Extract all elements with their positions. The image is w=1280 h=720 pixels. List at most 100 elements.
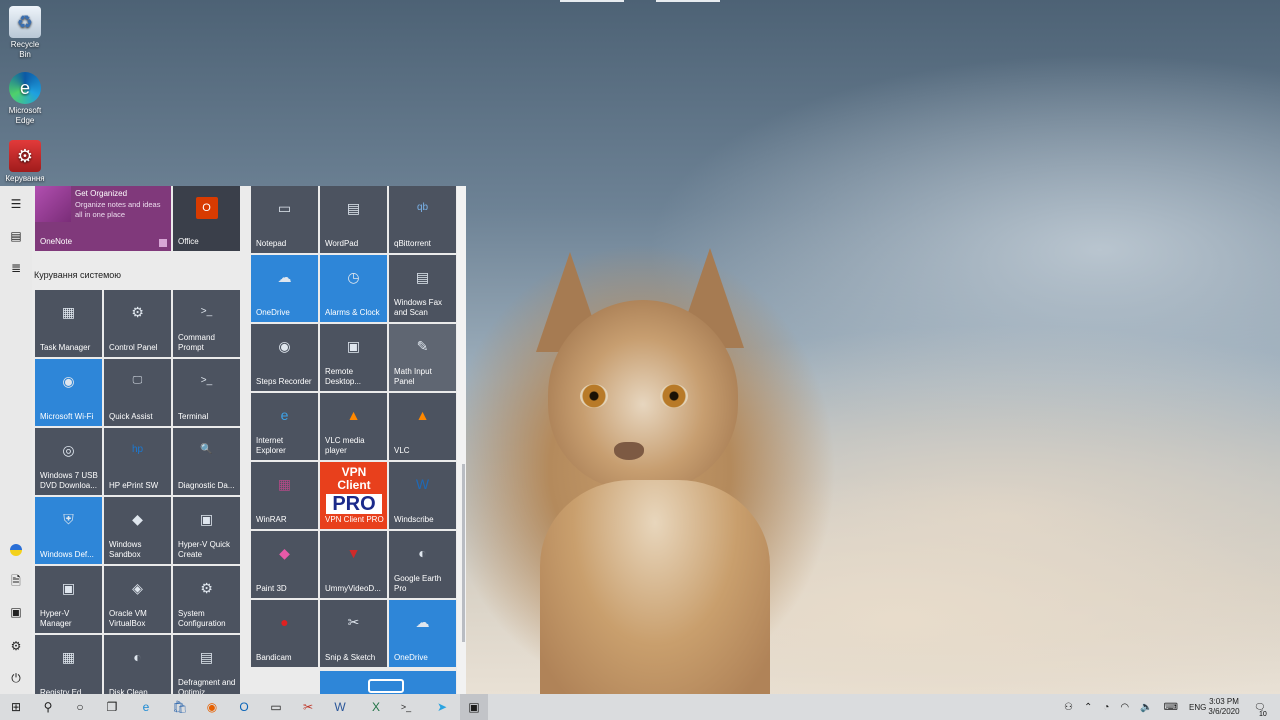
tile-alarms-clock[interactable]: ◷ Alarms & Clock [320, 255, 387, 322]
tile-notepad[interactable]: ▭ Notepad [251, 186, 318, 253]
tile-system-configuration[interactable]: ⚙ System Configuration [173, 566, 240, 633]
menu-icon[interactable]: ☰ [0, 188, 32, 220]
tile-remote-desktop[interactable]: ▣ Remote Desktop... [320, 324, 387, 391]
group-label: Курування системою [34, 270, 122, 280]
wifi-icon[interactable]: ◠ [1120, 702, 1129, 713]
documents-icon[interactable]: 🗎 [0, 566, 32, 598]
sandbox-icon: ◆ [132, 511, 143, 527]
tiles-icon[interactable]: ▤ [0, 220, 32, 252]
tablet-icon[interactable]: ▣ [460, 694, 488, 720]
word-icon[interactable]: W [326, 694, 354, 720]
tile-windscribe[interactable]: W Windscribe [389, 462, 456, 529]
clock-date: 3/6/2020 [1208, 707, 1240, 716]
excel-icon[interactable]: X [362, 694, 390, 720]
chevron-up-icon[interactable]: ⌃ [1084, 702, 1092, 713]
people-icon[interactable]: ⚇ [1064, 702, 1073, 713]
notepad-icon[interactable]: ▭ [262, 694, 290, 720]
hyperv-quick-icon: ▣ [199, 511, 214, 527]
tile-label: OneDrive [256, 308, 290, 317]
start-rail: ☰ ▤ ≣ 🗎 ▣ ⚙ ⏻ [0, 186, 32, 694]
tile-defragment-and-optimiz[interactable]: ▤ Defragment and Optimiz... [173, 635, 240, 694]
tile-label: WordPad [325, 239, 359, 248]
keyboard-icon[interactable]: ⌨ [1164, 702, 1178, 713]
tile-windows-sandbox[interactable]: ◆ Windows Sandbox [104, 497, 171, 564]
tile-diagnostic-da[interactable]: 🔍 Diagnostic Da... [173, 428, 240, 495]
tile-control-panel[interactable]: ⚙ Control Panel [104, 290, 171, 357]
vpn-badge-text: PRO [326, 494, 382, 514]
search-icon[interactable]: ⚲ [34, 694, 62, 720]
terminal-icon[interactable]: >_ [392, 694, 420, 720]
tile-vlc-media-player[interactable]: ▲ VLC media player [320, 393, 387, 460]
edge-icon[interactable]: e [132, 694, 160, 720]
pictures-icon[interactable]: ▣ [0, 596, 32, 628]
tile-hyper-v-manager[interactable]: ▣ Hyper-V Manager [35, 566, 102, 633]
wifi-icon: ◉ [62, 373, 75, 389]
tile-disk-clean[interactable]: ◐ Disk Clean... [104, 635, 171, 694]
tile-vpn-client-pro[interactable]: VPN Client PRO VPN Client PRO [320, 462, 387, 529]
tile-microsoft-wi-fi[interactable]: ◉ Microsoft Wi-Fi [35, 359, 102, 426]
tile-snip-sketch[interactable]: ✂ Snip & Sketch [320, 600, 387, 667]
tile-office[interactable]: O Office [173, 186, 240, 251]
volume-icon[interactable]: 🔈 [1140, 702, 1152, 713]
start-icon[interactable]: ⊞ [2, 694, 30, 720]
power-icon[interactable]: ⏻ [0, 662, 32, 694]
math-input-icon: ✎ [416, 338, 429, 354]
store-icon[interactable]: 🛍 [166, 694, 194, 720]
ukraine-flag-icon[interactable] [0, 534, 32, 566]
task-view-icon[interactable]: ❐ [98, 694, 126, 720]
tile-store[interactable] [320, 671, 456, 694]
tile-wordpad[interactable]: ▤ WordPad [320, 186, 387, 253]
firefox-icon[interactable]: ◉ [198, 694, 226, 720]
desktop-icon-control-panel[interactable]: ⚙ Керування [4, 140, 46, 184]
tile-windows-def[interactable]: ⛨ Windows Def... [35, 497, 102, 564]
tile-google-earth-pro[interactable]: ◐ Google Earth Pro [389, 531, 456, 598]
tile-label: VLC media player [325, 436, 365, 455]
tile-paint-3d[interactable]: ◆ Paint 3D [251, 531, 318, 598]
bandicam-icon: ● [280, 614, 289, 630]
outlook-icon[interactable]: O [230, 694, 258, 720]
desktop-icon-recycle-bin[interactable]: ♻ Recycle Bin [4, 6, 46, 60]
tile-onedrive[interactable]: ☁ OneDrive [251, 255, 318, 322]
tile-windows-fax-and-scan[interactable]: ▤ Windows Fax and Scan [389, 255, 456, 322]
cortana-icon[interactable]: ○ [66, 694, 94, 720]
clock[interactable]: 3:03 PM 3/6/2020 [1198, 697, 1250, 717]
tile-steps-recorder[interactable]: ◉ Steps Recorder [251, 324, 318, 391]
wordpad-icon: ▤ [346, 200, 361, 216]
tile-onenote[interactable]: Get Organized Organize notes and ideas a… [35, 186, 171, 251]
tile-vlc[interactable]: ▲ VLC [389, 393, 456, 460]
snipping-icon[interactable]: ✂ [294, 694, 322, 720]
tile-label: Windows Fax and Scan [394, 298, 443, 317]
tile-label: Windscribe [394, 515, 434, 524]
tile-bandicam[interactable]: ● Bandicam [251, 600, 318, 667]
fax-icon: ▤ [415, 269, 430, 285]
tile-winrar[interactable]: ▦ WinRAR [251, 462, 318, 529]
ummy-icon: ▼ [346, 545, 361, 561]
telegram-icon[interactable]: ➤ [428, 694, 456, 720]
tile-registry-ed[interactable]: ▦ Registry Ed... [35, 635, 102, 694]
tile-label: Task Manager [40, 343, 91, 352]
tile-label: Control Panel [109, 343, 158, 352]
action-center-button[interactable]: 🗨 10 [1252, 698, 1268, 718]
onedrive-icon: ☁ [277, 269, 292, 285]
tile-windows-7-usb-dvd-downloa[interactable]: ◎ Windows 7 USB DVD Downloa... [35, 428, 102, 495]
tile-internet-explorer[interactable]: e Internet Explorer [251, 393, 318, 460]
tile-oracle-vm-virtualbox[interactable]: ◈ Oracle VM VirtualBox [104, 566, 171, 633]
network-icon[interactable]: ◔ [1103, 702, 1109, 713]
tile-onedrive[interactable]: ☁ OneDrive [389, 600, 456, 667]
tile-command-prompt[interactable]: >_ Command Prompt [173, 290, 240, 357]
tile-terminal[interactable]: >_ Terminal [173, 359, 240, 426]
desktop-icon-label: Керування [5, 174, 45, 183]
tile-ummyvideod[interactable]: ▼ UmmyVideoD... [320, 531, 387, 598]
settings-icon[interactable]: ⚙ [0, 630, 32, 662]
tile-math-input-panel[interactable]: ✎ Math Input Panel [389, 324, 456, 391]
desktop-icon-edge[interactable]: e Microsoft Edge [4, 72, 46, 126]
tile-label: Steps Recorder [256, 377, 312, 386]
tile-qbittorrent[interactable]: qb qBittorrent [389, 186, 456, 253]
tile-hyper-v-quick-create[interactable]: ▣ Hyper-V Quick Create [173, 497, 240, 564]
tile-label: Notepad [256, 239, 287, 248]
tile-task-manager[interactable]: ▦ Task Manager [35, 290, 102, 357]
all-apps-icon[interactable]: ≣ [0, 252, 32, 284]
tile-quick-assist[interactable]: 🖵 Quick Assist [104, 359, 171, 426]
start-scrollbar[interactable] [462, 464, 465, 642]
tile-hp-eprint-sw[interactable]: hp HP ePrint SW [104, 428, 171, 495]
